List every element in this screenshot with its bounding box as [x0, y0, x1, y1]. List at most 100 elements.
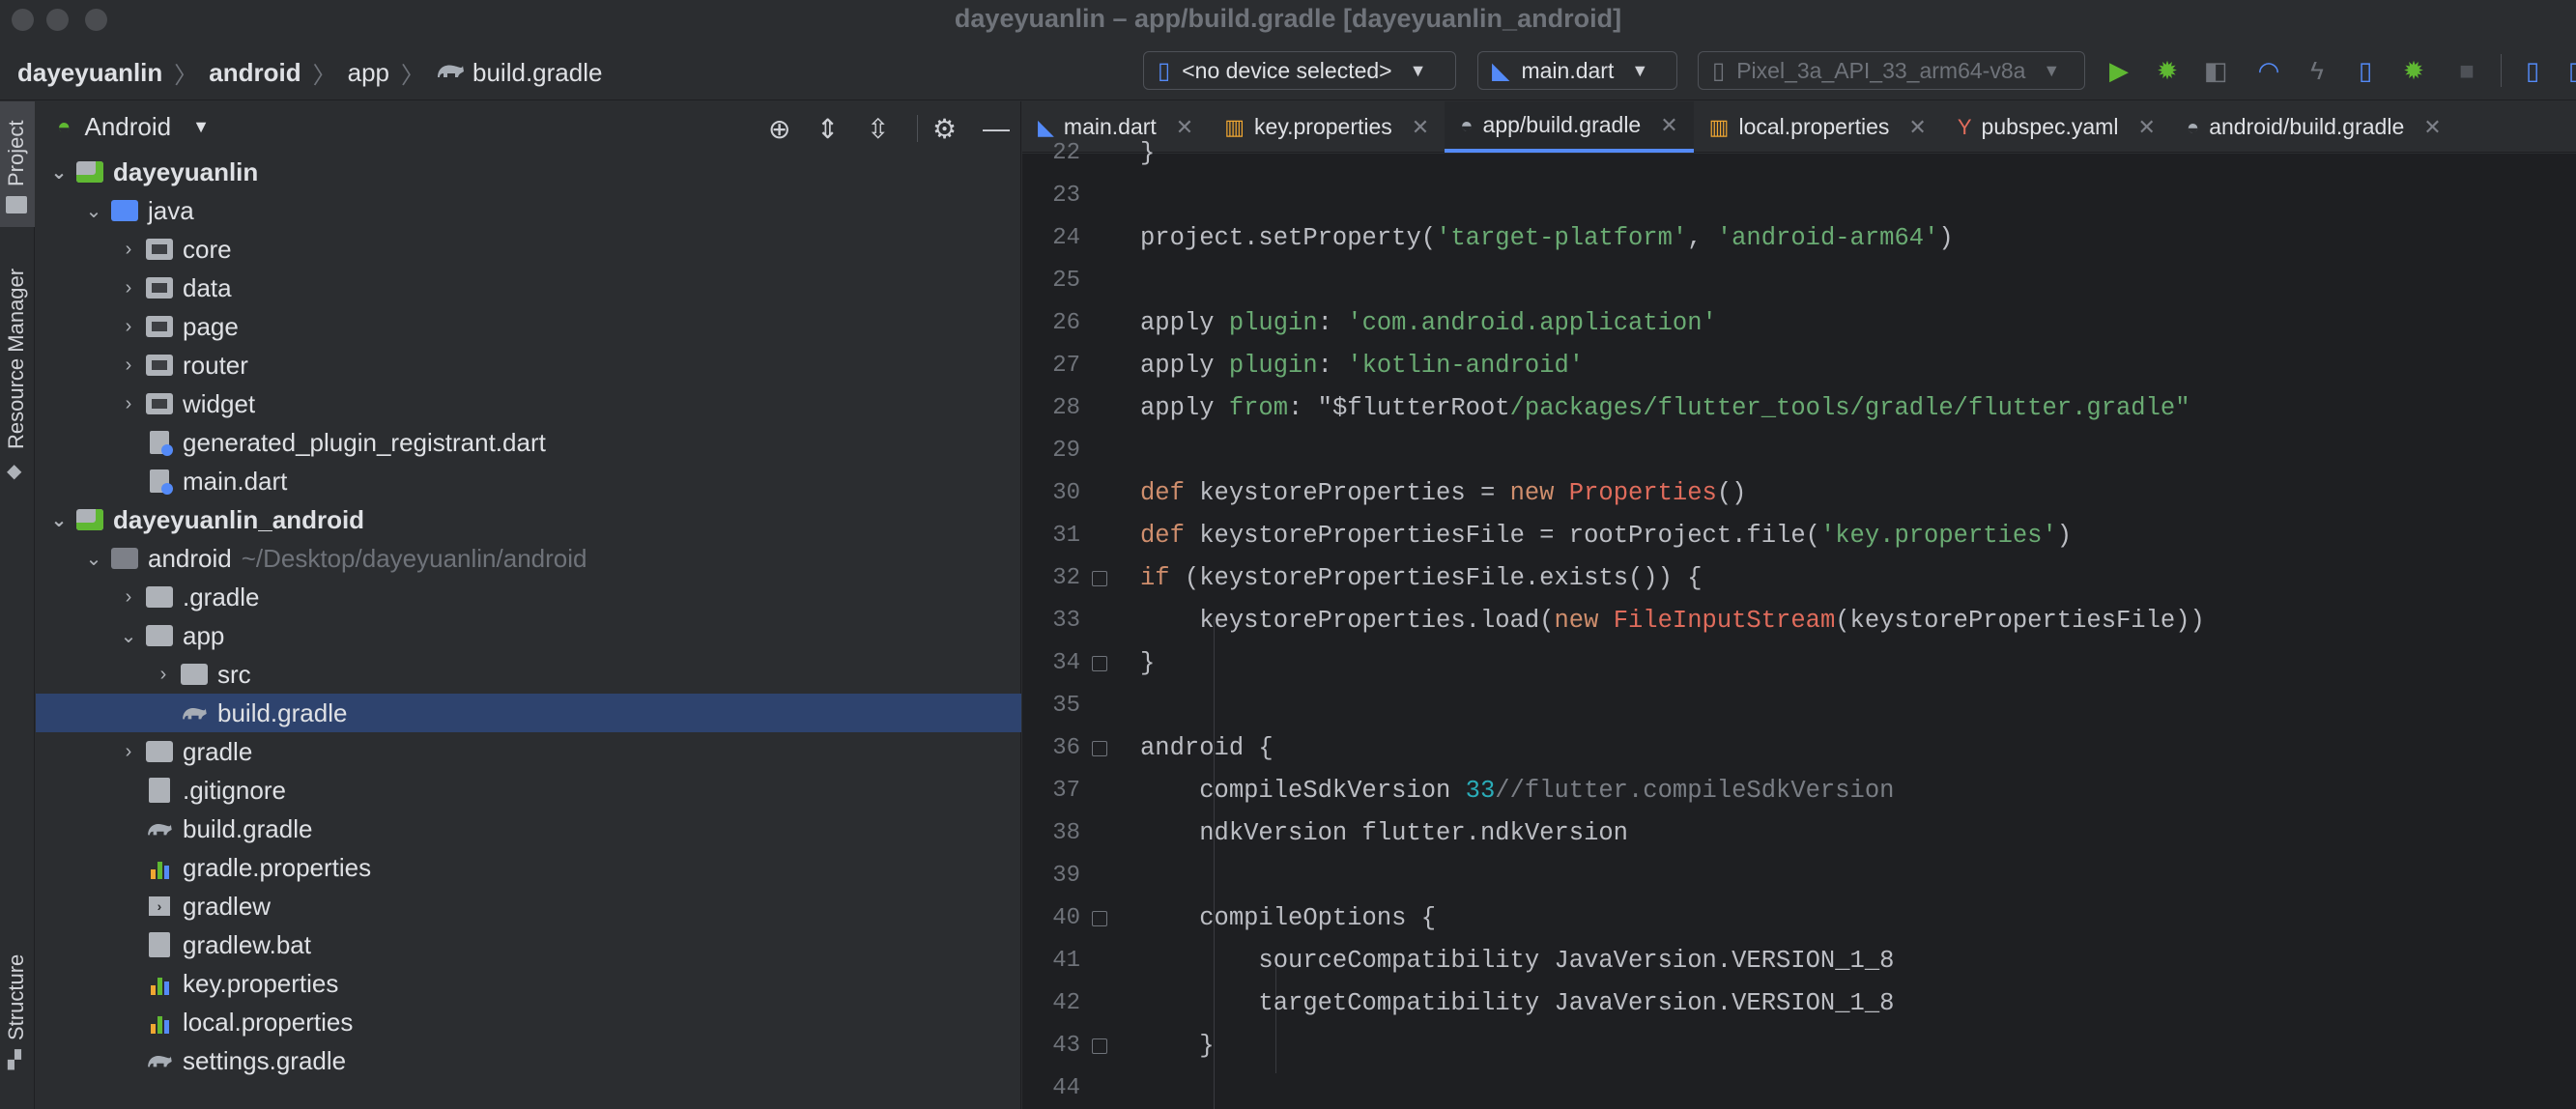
chevron-right-icon[interactable]: › [117, 586, 140, 609]
tree-item[interactable]: › widget [36, 384, 1021, 423]
tree-item[interactable]: ⌄ dayeyuanlin [36, 153, 1021, 191]
project-tool-button[interactable]: Project [0, 101, 35, 227]
chevron-down-icon[interactable]: ⌄ [117, 624, 140, 648]
code-line[interactable]: android { [1140, 727, 2576, 770]
tree-item[interactable]: ›key.properties [36, 964, 1021, 1003]
hide-panel-icon[interactable]: — [983, 113, 1010, 144]
tree-item[interactable]: ⌄ app [36, 616, 1021, 655]
code-line[interactable]: } [1140, 1025, 2576, 1067]
attach-debugger-icon[interactable]: ✹ [2399, 56, 2428, 85]
code-line[interactable]: if (keystorePropertiesFile.exists()) { [1140, 557, 2576, 600]
code-area[interactable]: } project.setProperty('target-platform', … [1140, 139, 2576, 1109]
run-config-selector[interactable]: ◣ main.dart ▼ [1477, 51, 1677, 90]
chevron-down-icon[interactable]: ⌄ [47, 508, 71, 532]
breadcrumb-project[interactable]: dayeyuanlin [17, 58, 162, 88]
locate-file-icon[interactable]: ⊕ [768, 113, 790, 145]
tree-item[interactable]: › router [36, 346, 1021, 384]
fold-marker-icon[interactable] [1092, 1038, 1107, 1054]
code-line[interactable]: def keystoreProperties = new Properties(… [1140, 472, 2576, 515]
line-number: 34 [1052, 650, 1080, 676]
tree-item[interactable]: ›main.dart [36, 462, 1021, 500]
sdk-manager-icon[interactable]: ▯ [2561, 56, 2576, 85]
code-line[interactable]: } [1140, 642, 2576, 685]
tree-item[interactable]: ›gradle.properties [36, 848, 1021, 887]
tree-item[interactable]: ›generated_plugin_registrant.dart [36, 423, 1021, 462]
chevron-down-icon[interactable]: ⌄ [82, 547, 105, 571]
fold-marker-icon[interactable] [1092, 656, 1107, 671]
code-line[interactable]: def keystorePropertiesFile = rootProject… [1140, 515, 2576, 557]
code-line[interactable]: } [1140, 132, 2576, 175]
structure-tool-button[interactable]: Structure ▞ [0, 932, 35, 1106]
code-line[interactable] [1140, 260, 2576, 302]
tree-item[interactable]: ››gradlew [36, 887, 1021, 925]
run-icon[interactable]: ▶ [2104, 56, 2133, 85]
code-line[interactable]: keystoreProperties.load(new FileInputStr… [1140, 600, 2576, 642]
code-editor[interactable]: 22 23 24 25 26 27 28 29 30 31 32 33 34 35 36 37 38 39 40 41… [1022, 139, 2576, 1109]
tree-item[interactable]: ⌄ dayeyuanlin_android [36, 500, 1021, 539]
breadcrumb-file[interactable]: build.gradle [472, 58, 602, 88]
tree-item-label: main.dart [183, 466, 288, 496]
code-line[interactable]: compileOptions { [1140, 897, 2576, 940]
code-line[interactable]: project.setProperty('target-platform', '… [1140, 217, 2576, 260]
fold-marker-icon[interactable] [1092, 741, 1107, 756]
chevron-right-icon[interactable]: › [117, 316, 140, 338]
code-line[interactable]: apply plugin: 'com.android.application' [1140, 302, 2576, 345]
code-token: /packages/flutter_tools/gradle/flutter.g… [1509, 394, 2190, 422]
breadcrumb-folder[interactable]: app [348, 58, 389, 88]
coverage-icon[interactable]: ◧ [2201, 56, 2230, 85]
expand-all-icon[interactable]: ⇕ [816, 113, 839, 145]
device-selector[interactable]: ▯ <no device selected> ▼ [1143, 51, 1456, 90]
fold-marker-icon[interactable] [1092, 911, 1107, 926]
chevron-down-icon[interactable]: ▼ [192, 117, 210, 137]
profile-icon[interactable]: ◠ [2254, 56, 2283, 85]
tree-item-label: build.gradle [217, 697, 348, 727]
code-line[interactable] [1140, 685, 2576, 727]
debug-icon[interactable]: ✹ [2153, 56, 2182, 85]
tree-item[interactable]: › src [36, 655, 1021, 694]
tree-item[interactable]: › page [36, 307, 1021, 346]
chevron-right-icon[interactable]: › [117, 393, 140, 415]
gear-icon[interactable]: ⚙ [932, 113, 957, 145]
code-line[interactable] [1140, 430, 2576, 472]
tree-item[interactable]: ›settings.gradle [36, 1041, 1021, 1080]
code-line[interactable]: ndkVersion flutter.ndkVersion [1140, 812, 2576, 855]
tree-item[interactable]: › core [36, 230, 1021, 269]
tree-item[interactable]: ›.gitignore [36, 771, 1021, 810]
code-line[interactable] [1140, 855, 2576, 897]
chevron-right-icon[interactable]: › [152, 664, 175, 686]
code-line[interactable]: compileSdkVersion 33//flutter.compileSdk… [1140, 770, 2576, 812]
chevron-down-icon[interactable]: ⌄ [82, 199, 105, 223]
code-line[interactable]: sourceCompatibility JavaVersion.VERSION_… [1140, 940, 2576, 982]
tree-item[interactable]: › data [36, 269, 1021, 307]
tree-item[interactable]: › .gradle [36, 578, 1021, 616]
stop-icon[interactable]: ■ [2452, 56, 2481, 85]
breadcrumb-module[interactable]: android [209, 58, 301, 88]
project-view-selector[interactable]: Android [85, 112, 172, 142]
chevron-right-icon[interactable]: › [117, 741, 140, 763]
line-number: 41 [1052, 948, 1080, 974]
tree-item[interactable]: ›build.gradle [36, 694, 1021, 732]
chevron-right-icon[interactable]: › [117, 239, 140, 261]
apply-changes-icon[interactable]: ▯ [2351, 56, 2380, 85]
resource-manager-tool-button[interactable]: Resource Manager ◆ [0, 256, 35, 482]
tree-item[interactable]: › gradle [36, 732, 1021, 771]
emulator-selector[interactable]: ▯ Pixel_3a_API_33_arm64-v8a ▼ [1698, 51, 2085, 90]
chevron-right-icon[interactable]: › [117, 277, 140, 299]
tree-item[interactable]: ⌄ java [36, 191, 1021, 230]
tree-item[interactable]: ›gradlew.bat [36, 925, 1021, 964]
tree-item[interactable]: ›local.properties [36, 1003, 1021, 1041]
code-line[interactable] [1140, 175, 2576, 217]
chevron-down-icon[interactable]: ⌄ [47, 160, 71, 185]
code-line[interactable]: apply plugin: 'kotlin-android' [1140, 345, 2576, 387]
code-line[interactable] [1140, 1067, 2576, 1109]
hot-reload-icon[interactable]: ϟ [2303, 56, 2332, 85]
code-line[interactable]: apply from: "$flutterRoot/packages/flutt… [1140, 387, 2576, 430]
tree-item[interactable]: ⌄ android ~/Desktop/dayeyuanlin/android [36, 539, 1021, 578]
collapse-all-icon[interactable]: ⇳ [867, 113, 889, 145]
tree-item[interactable]: ›build.gradle [36, 810, 1021, 848]
chevron-right-icon[interactable]: › [117, 355, 140, 377]
file-icon [146, 778, 173, 803]
device-manager-icon[interactable]: ▯ [2518, 56, 2547, 85]
fold-marker-icon[interactable] [1092, 571, 1107, 586]
code-line[interactable]: targetCompatibility JavaVersion.VERSION_… [1140, 982, 2576, 1025]
